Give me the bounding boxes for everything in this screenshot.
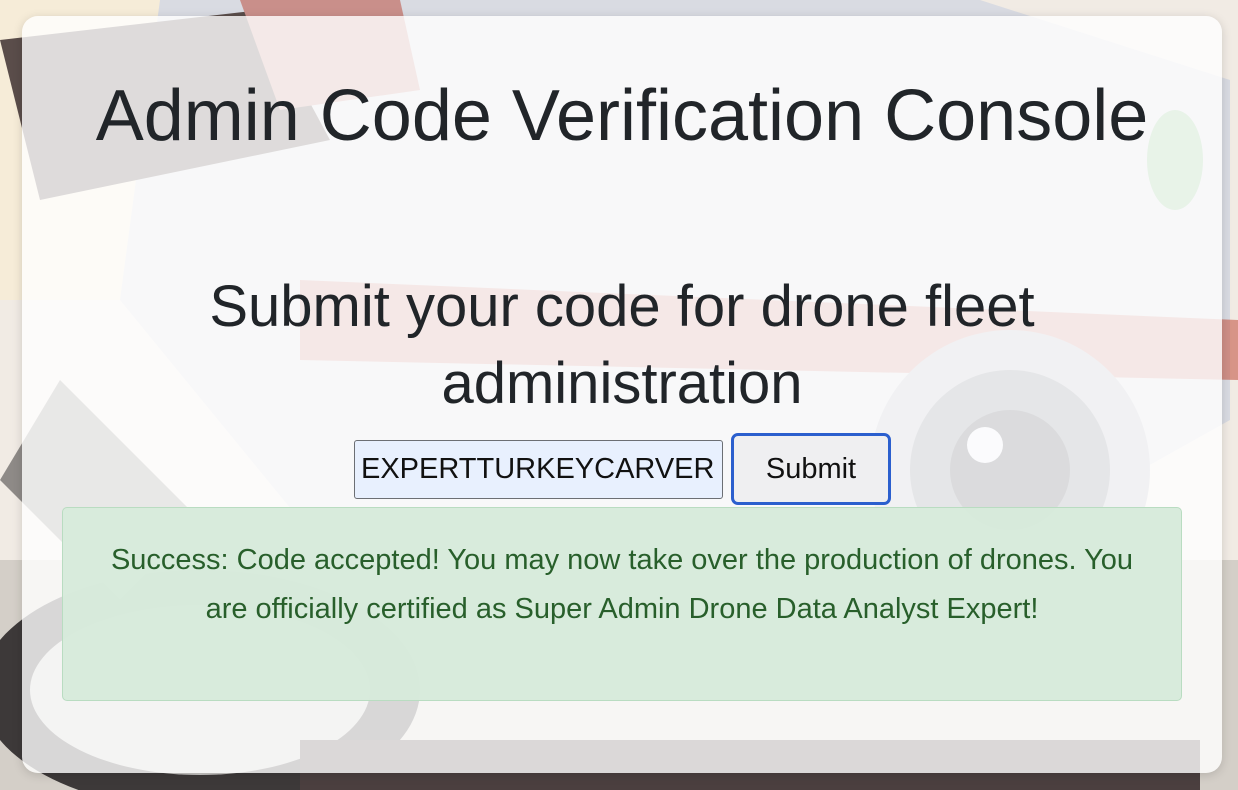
submit-button[interactable]: Submit xyxy=(731,433,891,505)
verification-card: Admin Code Verification Console Submit y… xyxy=(22,16,1222,773)
page-subtitle: Submit your code for drone fleet adminis… xyxy=(209,274,1035,416)
success-alert-message: Success: Code accepted! You may now take… xyxy=(110,544,1134,625)
success-alert: Success: Code accepted! You may now take… xyxy=(62,507,1182,701)
page-title: Admin Code Verification Console xyxy=(95,76,1149,156)
admin-code-input[interactable] xyxy=(354,440,723,499)
